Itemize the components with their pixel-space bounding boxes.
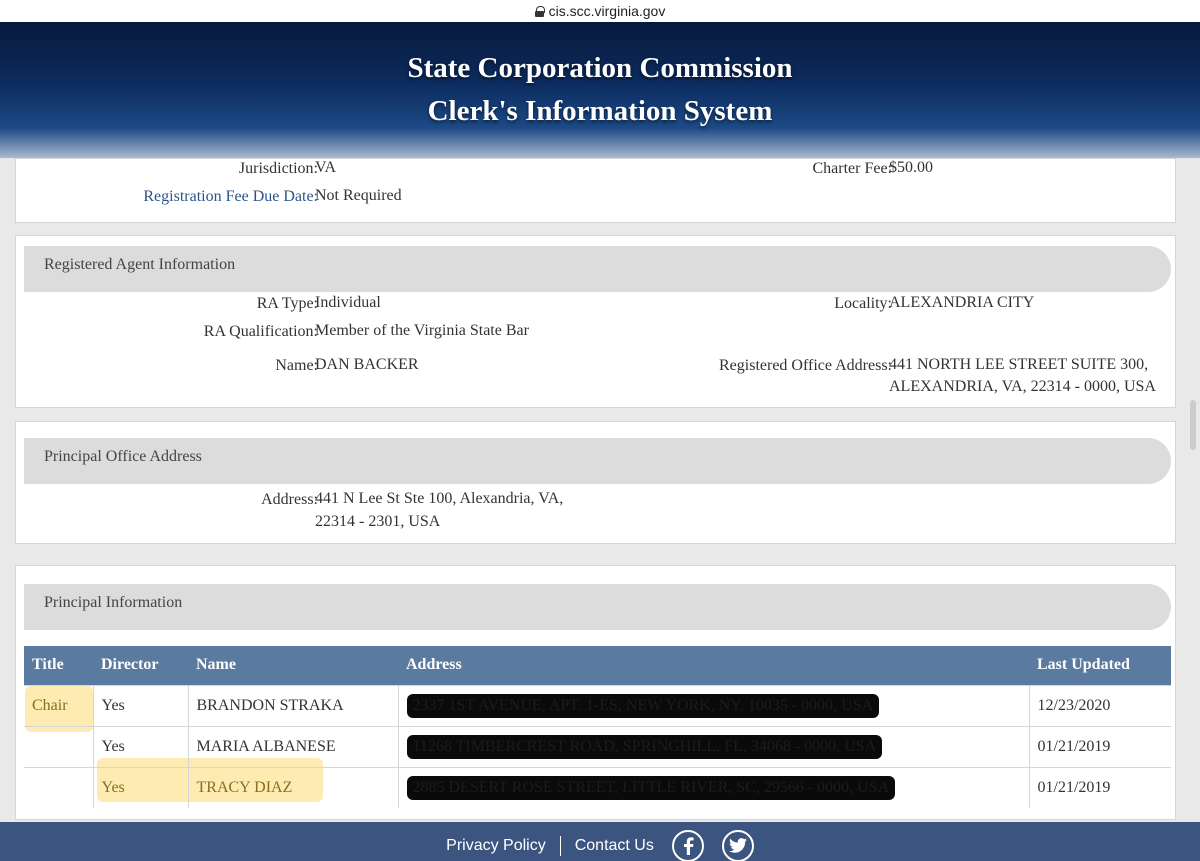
url-text: cis.scc.virginia.gov [548, 3, 666, 19]
twitter-icon[interactable] [721, 829, 754, 861]
registered-agent-heading: Registered Agent Information [24, 246, 1171, 292]
principal-director: Yes [92, 684, 188, 726]
redacted-address: 11268 TIMBERCREST ROAD, SPRINGHILL, FL, … [406, 734, 883, 759]
principal-office-panel: Principal Office Address Address: 441 N … [15, 421, 1176, 544]
lock-icon [534, 5, 545, 17]
ra-qualification-label: RA Qualification: [203, 323, 318, 340]
banner-title-line1: State Corporation Commission [407, 52, 793, 84]
principal-address-line1: 441 N Lee St Ste 100, Alexandria, VA, [315, 490, 564, 507]
column-header-director[interactable]: Director [93, 646, 188, 685]
entity-details-panel: Jurisdiction: VA Registration Fee Due Da… [15, 158, 1176, 223]
principal-title [24, 766, 93, 808]
table-row: Chair Yes BRANDON STRAKA 2337 1ST AVENUE… [24, 684, 1171, 726]
redacted-address: 2337 1ST AVENUE, APT. 1-ES, NEW YORK, NY… [406, 693, 880, 718]
principal-table: Title Director Name Address Last Updated… [24, 646, 1171, 808]
redacted-address: 2885 DESERT ROSE STREET, LITTLE RIVER, S… [406, 775, 896, 800]
facebook-icon[interactable] [671, 829, 704, 861]
scrollbar-thumb[interactable] [1190, 400, 1196, 450]
registered-office-line1: 441 NORTH LEE STREET SUITE 300, [889, 356, 1149, 373]
registration-fee-due-date-label[interactable]: Registration Fee Due Date: [143, 188, 318, 206]
principal-office-heading: Principal Office Address [24, 438, 1171, 484]
principal-director: Yes [92, 766, 188, 808]
ra-type-label: RA Type: [256, 295, 318, 312]
table-row: Yes TRACY DIAZ 2885 DESERT ROSE STREET, … [24, 766, 1171, 808]
ra-name-label: Name: [275, 357, 318, 374]
column-header-last-updated[interactable]: Last Updated [1029, 646, 1171, 685]
principal-name: BRANDON STRAKA [187, 684, 398, 726]
privacy-policy-link[interactable]: Privacy Policy [446, 837, 546, 855]
column-header-name[interactable]: Name [188, 646, 398, 685]
banner-title-line2: Clerk's Information System [427, 95, 773, 127]
jurisdiction-label: Jurisdiction: [238, 160, 318, 177]
charter-fee-value: $50.00 [889, 159, 933, 176]
jurisdiction-value: VA [315, 159, 337, 176]
principal-name: MARIA ALBANESE [187, 725, 398, 767]
registered-agent-panel: Registered Agent Information RA Type: In… [15, 235, 1176, 408]
site-footer: Privacy Policy Contact Us [0, 822, 1200, 861]
charter-fee-label: Charter Fee: [812, 160, 892, 177]
principal-last-updated: 01/21/2019 [1028, 725, 1171, 767]
principal-last-updated: 12/23/2020 [1028, 684, 1171, 726]
registered-office-label: Registered Office Address: [719, 357, 892, 374]
registered-office-line2: ALEXANDRIA, VA, 22314 - 0000, USA [889, 378, 1156, 395]
ra-qualification-value: Member of the Virginia State Bar [315, 322, 529, 339]
principal-name: TRACY DIAZ [187, 766, 398, 808]
footer-divider [559, 835, 561, 856]
column-header-address[interactable]: Address [398, 646, 1029, 685]
registration-fee-due-date-value: Not Required [315, 187, 402, 204]
contact-us-link[interactable]: Contact Us [575, 837, 654, 855]
principal-address-label: Address: [261, 491, 318, 508]
locality-value: ALEXANDRIA CITY [889, 294, 1035, 311]
browser-url-bar[interactable]: cis.scc.virginia.gov [0, 0, 1200, 22]
principal-director: Yes [92, 725, 188, 767]
principal-title [24, 725, 93, 767]
principal-address-cell: 2885 DESERT ROSE STREET, LITTLE RIVER, S… [397, 766, 1029, 808]
ra-name-value: DAN BACKER [315, 356, 419, 373]
table-row: Yes MARIA ALBANESE 11268 TIMBERCREST ROA… [24, 725, 1171, 767]
site-banner: State Corporation Commission Clerk's Inf… [0, 22, 1200, 158]
principal-information-heading: Principal Information [24, 584, 1171, 630]
table-header-row: Title Director Name Address Last Updated [24, 646, 1171, 685]
ra-type-value: Individual [315, 294, 381, 311]
principal-last-updated: 01/21/2019 [1028, 766, 1171, 808]
principal-address-cell: 11268 TIMBERCREST ROAD, SPRINGHILL, FL, … [397, 725, 1029, 767]
principal-address-line2: 22314 - 2301, USA [315, 513, 441, 530]
principal-address-cell: 2337 1ST AVENUE, APT. 1-ES, NEW YORK, NY… [397, 684, 1029, 726]
locality-label: Locality: [834, 295, 892, 312]
principal-title: Chair [24, 684, 93, 726]
principal-information-panel: Principal Information Title Director Nam… [15, 565, 1176, 820]
column-header-title[interactable]: Title [24, 646, 93, 685]
